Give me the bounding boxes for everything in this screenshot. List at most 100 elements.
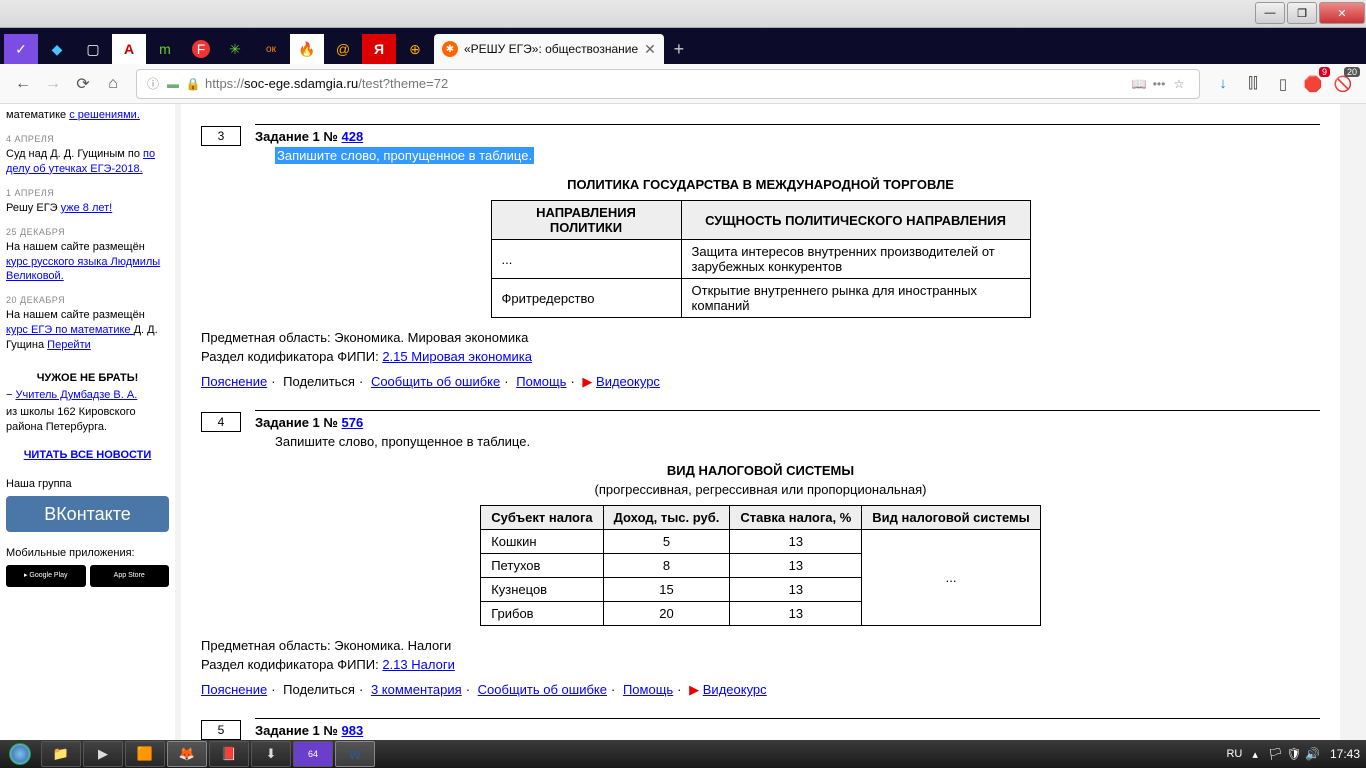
tray-clock[interactable]: 17:43 [1330, 747, 1360, 761]
task-block-3: 3 Задание 1 № 428 Запишите слово, пропущ… [201, 124, 1320, 390]
td: Открытие внутреннего рынка для иностранн… [681, 279, 1030, 318]
pinned-tab-6[interactable]: F [192, 40, 210, 58]
task-title: Задание 1 № 576 [255, 415, 1320, 430]
reader-mode-icon[interactable]: 📖 [1131, 77, 1147, 91]
fipi-link[interactable]: 2.13 Налоги [382, 657, 455, 672]
td: 5 [603, 530, 730, 554]
td: 15 [603, 578, 730, 602]
taskbar-item[interactable]: 🟧 [125, 741, 165, 767]
task-title: Задание 1 № 428 [255, 129, 1320, 144]
sidebar-text: Наша группа [6, 477, 169, 492]
app-store-button[interactable]: App Store [90, 565, 170, 587]
sidebar-text: Мобильные приложения: [6, 546, 169, 561]
pinned-tab-12[interactable]: ⊕ [398, 34, 432, 64]
sidebar-date: 1 АПРЕЛЯ [6, 187, 169, 199]
task-actions: Пояснение· Поделиться· Сообщить об ошибк… [201, 374, 1320, 390]
taskbar-item[interactable]: 64 [293, 741, 333, 767]
td: 20 [603, 602, 730, 626]
tab-new-button[interactable]: + [664, 34, 694, 64]
report-link[interactable]: Сообщить об ошибке [478, 682, 607, 697]
window-close-button[interactable]: ✕ [1319, 2, 1365, 24]
task-id-link[interactable]: 428 [342, 129, 364, 144]
tray-icons[interactable]: 🏳 🛡 🔊 [1268, 747, 1320, 761]
taskbar-item[interactable]: 📕 [209, 741, 249, 767]
url-bar[interactable]: ⓘ ▬ 🔒 https://soc-ege.sdamgia.ru/test?th… [136, 69, 1200, 99]
forward-button[interactable]: → [38, 69, 68, 99]
th: Доход, тыс. руб. [603, 506, 730, 530]
pinned-tab-7[interactable]: ✳ [218, 34, 252, 64]
sidebar-link[interactable]: Перейти [47, 339, 91, 351]
task-subtext: (прогрессивная, регрессивная или пропорц… [201, 482, 1320, 497]
fipi-link[interactable]: 2.15 Мировая экономика [382, 349, 532, 364]
sidebar-link[interactable]: уже 8 лет! [61, 202, 113, 214]
sidebar-text: из школы 162 Кировского района Петербург… [6, 405, 169, 435]
task-id-link[interactable]: 576 [342, 415, 364, 430]
browser-tabbar: ✓ ◆ ▢ А m F ✳ ок 🔥 @ Я ⊕ ✱ «РЕШУ ЕГЭ»: о… [0, 28, 1366, 64]
pinned-tab-2[interactable]: ◆ [40, 34, 74, 64]
explain-link[interactable]: Пояснение [201, 682, 267, 697]
td: Петухов [481, 554, 603, 578]
pinned-tab-1[interactable]: ✓ [4, 34, 38, 64]
video-link[interactable]: Видеокурс [703, 682, 767, 697]
sidebar-date: 20 ДЕКАБРЯ [6, 294, 169, 306]
taskbar-item[interactable]: ▶ [83, 741, 123, 767]
sidebar-link[interactable]: Учитель Думбадзе В. А. [15, 389, 137, 401]
pinned-tab-3[interactable]: ▢ [76, 34, 110, 64]
pinned-tab-11[interactable]: Я [362, 34, 396, 64]
taskbar-item[interactable]: 📁 [41, 741, 81, 767]
pinned-tab-4[interactable]: А [112, 34, 146, 64]
page-actions-icon[interactable]: ••• [1151, 77, 1167, 91]
window-minimize-button[interactable]: — [1255, 2, 1285, 24]
video-link[interactable]: Видеокурс [596, 374, 660, 389]
adblock-icon[interactable]: 🛑9 [1298, 69, 1328, 99]
site-info-icon[interactable]: ⓘ [145, 75, 161, 92]
td: 13 [730, 602, 862, 626]
sidebar-link[interactable]: курс русского языка Людмилы Великовой. [6, 256, 160, 283]
explain-link[interactable]: Пояснение [201, 374, 267, 389]
td: Фритредерство [491, 279, 681, 318]
th: СУЩНОСТЬ ПОЛИТИЧЕСКОГО НАПРАВЛЕНИЯ [681, 201, 1030, 240]
task-title: Задание 1 № 983 [255, 723, 1320, 738]
sidebar-toggle-button[interactable]: ▯ [1268, 69, 1298, 99]
pinned-tab-9[interactable]: 🔥 [290, 34, 324, 64]
pinned-tab-5[interactable]: m [148, 34, 182, 64]
sidebar-all-news-link[interactable]: ЧИТАТЬ ВСЕ НОВОСТИ [6, 448, 169, 463]
pinned-tab-8[interactable]: ок [254, 34, 288, 64]
comments-link[interactable]: 3 комментария [371, 682, 462, 697]
window-maximize-button[interactable]: ❐ [1287, 2, 1317, 24]
tray-language[interactable]: RU [1226, 748, 1242, 760]
google-play-button[interactable]: ▸ Google Play [6, 565, 86, 587]
start-button[interactable] [0, 740, 40, 768]
taskbar-item-firefox[interactable]: 🦊 [167, 741, 207, 767]
task-id-link[interactable]: 983 [342, 723, 364, 738]
reload-button[interactable]: ⟳ [68, 69, 98, 99]
tab-favicon-icon: ✱ [442, 41, 458, 57]
task-actions: Пояснение· Поделиться· 3 комментария· Со… [201, 682, 1320, 698]
sidebar-link[interactable]: курс ЕГЭ по математике [6, 324, 134, 336]
browser-toolbar: ← → ⟳ ⌂ ⓘ ▬ 🔒 https://soc-ege.sdamgia.ru… [0, 64, 1366, 104]
report-link[interactable]: Сообщить об ошибке [371, 374, 500, 389]
pinned-tab-10[interactable]: @ [326, 34, 360, 64]
vk-button[interactable]: ВКонтакте [6, 496, 169, 532]
home-button[interactable]: ⌂ [98, 69, 128, 99]
back-button[interactable]: ← [8, 69, 38, 99]
sidebar: математике с решениями. 4 АПРЕЛЯ Суд над… [0, 104, 175, 740]
taskbar-item[interactable]: ⬇ [251, 741, 291, 767]
tab-active[interactable]: ✱ «РЕШУ ЕГЭ»: обществознание ✕ [434, 34, 664, 64]
share-link[interactable]: Поделиться [283, 682, 355, 697]
help-link[interactable]: Помощь [516, 374, 566, 389]
tray-chevron-icon[interactable]: ▴ [1252, 748, 1258, 761]
task-prompt: Запишите слово, пропущенное в таблице. [275, 434, 1320, 449]
help-link[interactable]: Помощь [623, 682, 673, 697]
sidebar-link[interactable]: с решениями. [69, 109, 140, 121]
th: Субъект налога [481, 506, 603, 530]
tab-close-button[interactable]: ✕ [644, 41, 656, 58]
noscript-icon[interactable]: 🚫20 [1328, 69, 1358, 99]
share-link[interactable]: Поделиться [283, 374, 355, 389]
downloads-button[interactable]: ↓ [1208, 69, 1238, 99]
library-button[interactable]: ⫿⫿ [1238, 69, 1268, 99]
sidebar-date: 25 ДЕКАБРЯ [6, 226, 169, 238]
td: Кошкин [481, 530, 603, 554]
taskbar-item-word[interactable]: W [335, 741, 375, 767]
bookmark-star-icon[interactable]: ☆ [1171, 77, 1187, 91]
